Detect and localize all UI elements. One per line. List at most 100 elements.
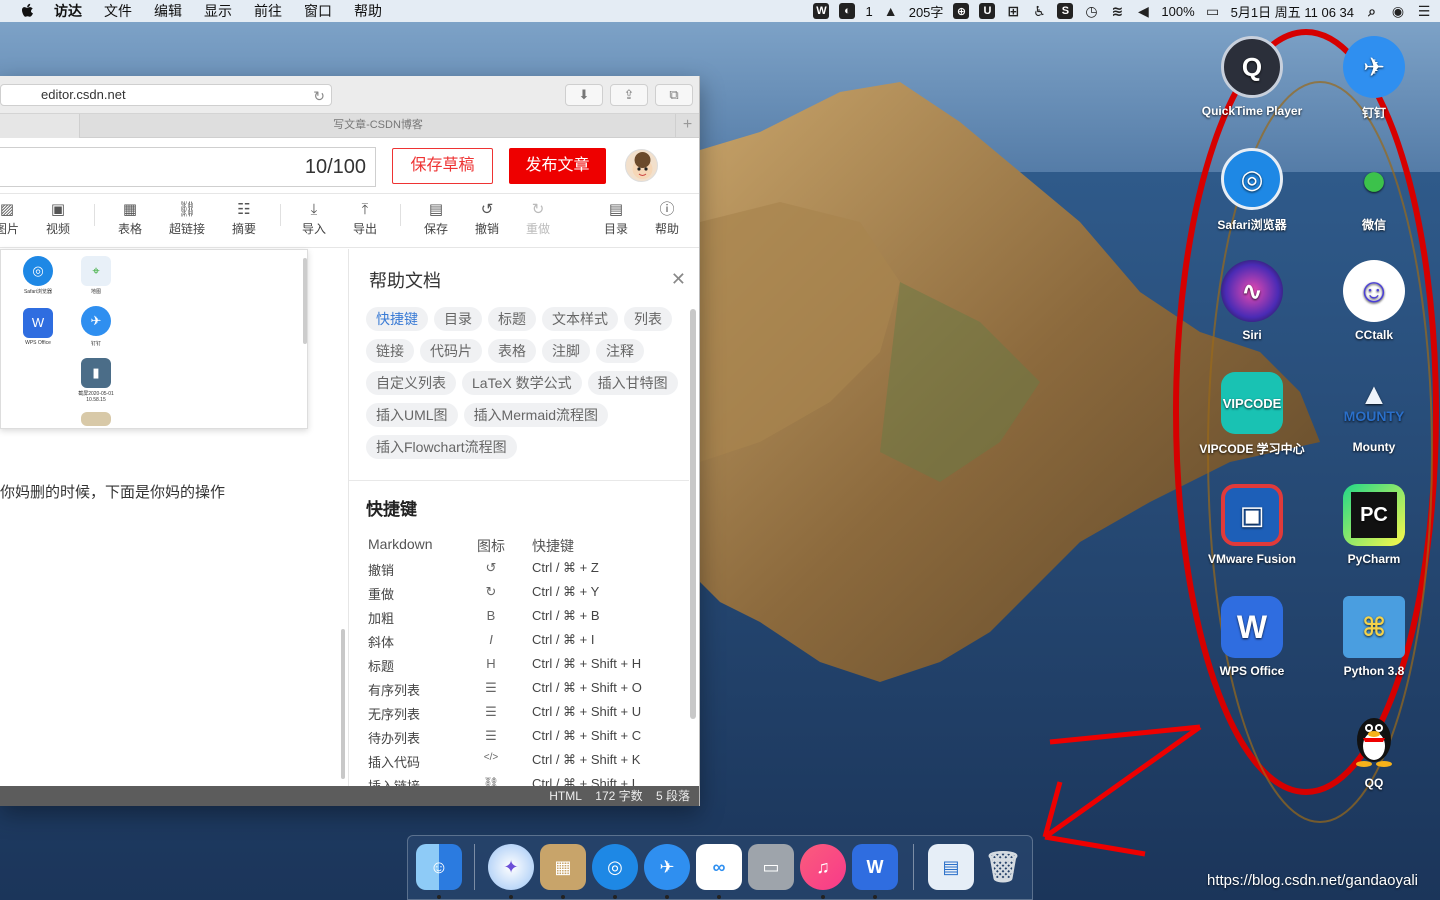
editor-paragraph[interactable]: 你妈删的时候，下面是你妈的操作 xyxy=(0,481,225,502)
desktop-icon-python[interactable]: ⌘ Python 3.8 xyxy=(1314,596,1434,678)
launchpad-icon[interactable]: ✦ xyxy=(488,844,534,890)
download-button[interactable]: ⬇ xyxy=(565,84,603,106)
desktop-icon-vipcode[interactable]: VIPCODE VIPCODE 学习中心 xyxy=(1192,372,1312,457)
article-title-input[interactable]: 10/100 xyxy=(0,147,376,187)
trash-icon[interactable]: 🗑 xyxy=(980,844,1026,890)
chip-heading[interactable]: 标题 xyxy=(488,307,536,331)
close-icon[interactable]: ✕ xyxy=(671,269,686,290)
address-bar[interactable]: editor.csdn.net ↻ xyxy=(0,84,332,106)
tabs-overview-button[interactable]: ⧉ xyxy=(655,84,693,106)
share-button[interactable]: ⇪ xyxy=(610,84,648,106)
menu-edit[interactable]: 编辑 xyxy=(154,1,182,21)
notification-tray-icon[interactable]: ◐ xyxy=(839,3,856,19)
desktop-icon-mounty[interactable]: ▲ MOUNTY Mounty xyxy=(1314,372,1434,455)
tool-label: 帮助 xyxy=(654,222,679,236)
tool-table[interactable]: ▦ 表格 xyxy=(114,200,146,237)
tool-video[interactable]: ▣ 视频 xyxy=(42,200,74,237)
tool-toc[interactable]: ▤ 目录 xyxy=(600,200,632,237)
desktop-icon-siri[interactable]: ∿ Siri xyxy=(1192,260,1312,342)
save-draft-button[interactable]: 保存草稿 xyxy=(392,148,493,184)
desktop-icon-wps[interactable]: W WPS Office xyxy=(1192,596,1312,678)
desktop-icon-wechat[interactable]: ● 微信 xyxy=(1314,148,1434,233)
chip-gantt[interactable]: 插入甘特图 xyxy=(587,371,678,395)
desktop-icon-safari[interactable]: ◎ Safari浏览器 xyxy=(1192,148,1312,233)
archive-utility-icon[interactable]: ▦ xyxy=(540,844,586,890)
mounty-tray-icon[interactable]: ▲ xyxy=(883,3,899,19)
running-indicator xyxy=(821,895,825,899)
desktop-icon-vmware[interactable]: ▣ VMware Fusion xyxy=(1192,484,1312,566)
desktop-icon-cctalk[interactable]: ☺ CCtalk xyxy=(1314,260,1434,342)
help-scrollbar[interactable] xyxy=(690,309,696,719)
wps-office-icon[interactable]: W xyxy=(852,844,898,890)
accessibility-icon[interactable]: ♿ xyxy=(1031,3,1047,19)
user-avatar[interactable] xyxy=(625,149,658,182)
wifi-icon[interactable]: ≋ xyxy=(1109,3,1125,19)
tab-csdn-editor[interactable]: 写文章-CSDN博客 xyxy=(80,114,676,138)
editor-scrollbar[interactable] xyxy=(341,629,345,779)
preview-icon[interactable]: ▤ xyxy=(928,844,974,890)
chip-table[interactable]: 表格 xyxy=(488,339,536,363)
tool-link[interactable]: ⛓ 超链接 xyxy=(166,200,208,237)
disk-utility-icon[interactable]: ▭ xyxy=(748,844,794,890)
dictionary-icon[interactable]: U xyxy=(979,3,996,19)
desktop-icon-label: CCtalk xyxy=(1354,328,1393,342)
chip-mermaid[interactable]: 插入Mermaid流程图 xyxy=(463,403,609,427)
desktop-icon-dingtalk[interactable]: ✈ 钉钉 xyxy=(1314,36,1434,121)
shortcut-table: Markdown 图标 快捷键 撤销 ↺ Ctrl / ⌘ + Z 重做 ↻ Ctrl … xyxy=(368,536,678,790)
menu-finder[interactable]: 访达 xyxy=(54,1,82,21)
chip-uml[interactable]: 插入UML图 xyxy=(366,403,458,427)
preview-scrollbar[interactable] xyxy=(303,258,307,344)
siri-icon[interactable]: ◉ xyxy=(1390,3,1406,19)
chip-flowchart[interactable]: 插入Flowchart流程图 xyxy=(366,435,517,459)
tab-previous[interactable] xyxy=(0,114,80,138)
volume-icon[interactable]: ◀ xyxy=(1135,3,1151,19)
reload-icon[interactable]: ↻ xyxy=(313,86,325,106)
chip-text-style[interactable]: 文本样式 xyxy=(542,307,618,331)
tool-import[interactable]: ⤓ 导入 xyxy=(298,200,330,237)
menu-view[interactable]: 显示 xyxy=(204,1,232,21)
notification-center-icon[interactable]: ☰ xyxy=(1416,3,1432,19)
chip-latex[interactable]: LaTeX 数学公式 xyxy=(462,371,582,395)
chip-custom-list[interactable]: 自定义列表 xyxy=(366,371,456,395)
chip-toc[interactable]: 目录 xyxy=(434,307,482,331)
word-count[interactable]: 205字 xyxy=(909,2,944,21)
baidu-netdisk-icon[interactable]: ∞ xyxy=(696,844,742,890)
dingtalk-icon[interactable]: ✈ xyxy=(644,844,690,890)
menu-help[interactable]: 帮助 xyxy=(354,1,382,21)
chip-footnote[interactable]: 注脚 xyxy=(542,339,590,363)
chip-link[interactable]: 链接 xyxy=(366,339,414,363)
desktop-icon-quicktime[interactable]: Q QuickTime Player xyxy=(1192,36,1312,118)
menu-window[interactable]: 窗口 xyxy=(304,1,332,21)
tool-export[interactable]: ⤒ 导出 xyxy=(349,200,381,237)
desktop-icon-pycharm[interactable]: PC PyCharm xyxy=(1314,484,1434,566)
new-tab-button[interactable]: + xyxy=(675,114,699,138)
spotlight-icon[interactable]: ⌕ xyxy=(1364,3,1380,19)
desktop-icon-qq[interactable]: QQ xyxy=(1314,708,1434,790)
grid-icon[interactable]: ⊞ xyxy=(1005,3,1021,19)
chip-comment[interactable]: 注释 xyxy=(596,339,644,363)
time-machine-icon[interactable]: ◷ xyxy=(1083,3,1099,19)
tool-save[interactable]: ▤ 保存 xyxy=(420,200,452,237)
menu-go[interactable]: 前往 xyxy=(254,1,282,21)
battery-icon[interactable]: ▭ xyxy=(1205,3,1221,19)
tool-undo[interactable]: ↺ 撤销 xyxy=(471,200,503,237)
chip-code[interactable]: 代码片 xyxy=(420,339,482,363)
music-icon[interactable]: ♫ xyxy=(800,844,846,890)
tool-help[interactable]: ⓘ 帮助 xyxy=(651,200,683,237)
embedded-screenshot[interactable]: ◎ Safari浏览器 ⌖ 地图 W WPS Office ✈ 钉钉 ▮ 截屏2… xyxy=(0,249,308,429)
safari-icon[interactable]: ◎ xyxy=(592,844,638,890)
apple-icon[interactable] xyxy=(20,3,36,19)
tool-redo[interactable]: ↻ 重做 xyxy=(522,200,554,237)
wps-tray-icon[interactable]: W xyxy=(813,3,830,19)
heading-icon: H xyxy=(486,656,496,671)
menu-file[interactable]: 文件 xyxy=(104,1,132,21)
clock[interactable]: 5月1日 周五 11 06 34 xyxy=(1231,2,1354,21)
input-method-icon[interactable]: ⊕ xyxy=(953,3,970,19)
finder-icon[interactable]: ☺ xyxy=(416,844,462,890)
sogou-icon[interactable]: S xyxy=(1057,3,1074,19)
tool-image[interactable]: ▨ 图片 xyxy=(0,200,22,237)
chip-list[interactable]: 列表 xyxy=(624,307,672,331)
tool-summary[interactable]: ☷ 摘要 xyxy=(228,200,260,237)
publish-button[interactable]: 发布文章 xyxy=(509,148,606,184)
chip-shortcuts[interactable]: 快捷键 xyxy=(366,307,428,331)
